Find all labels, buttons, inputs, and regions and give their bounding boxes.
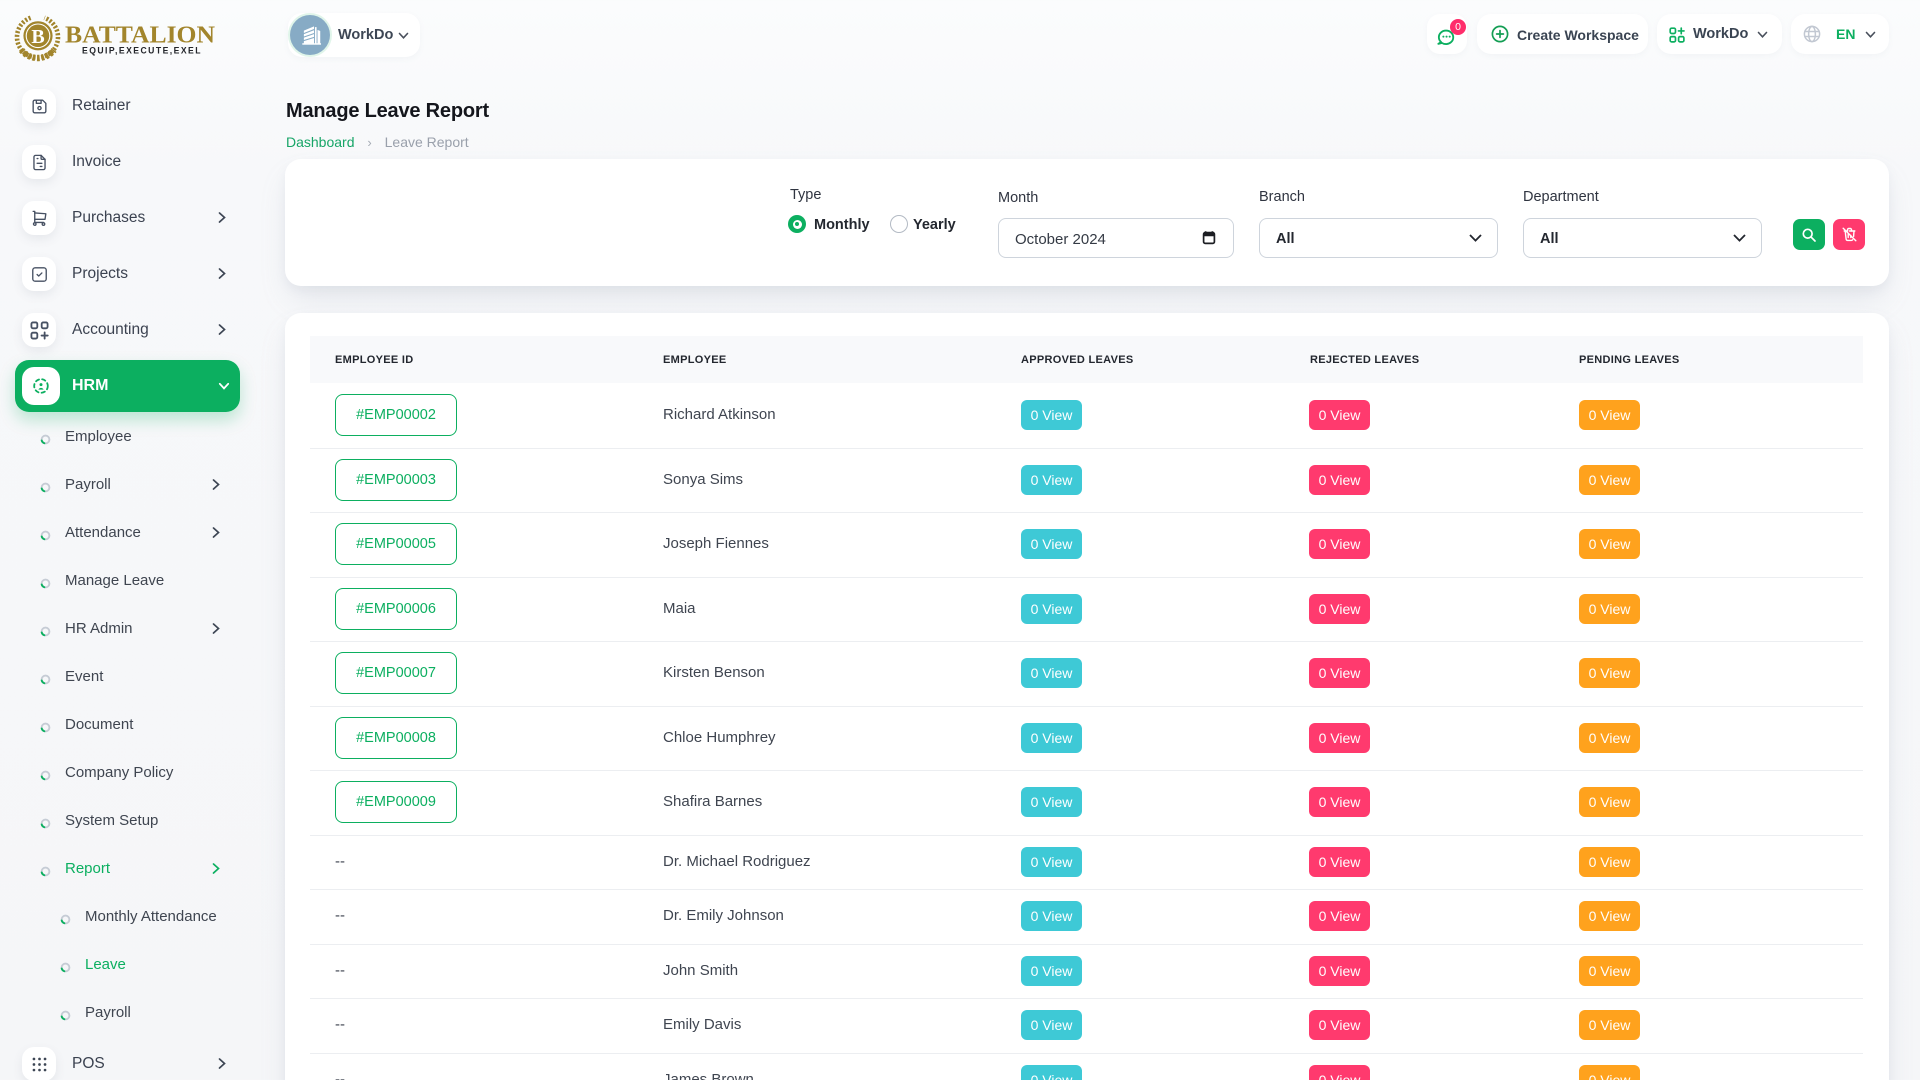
svg-text:EQUIP,EXECUTE,EXEL: EQUIP,EXECUTE,EXEL xyxy=(82,46,202,57)
svg-text:B: B xyxy=(31,26,44,48)
